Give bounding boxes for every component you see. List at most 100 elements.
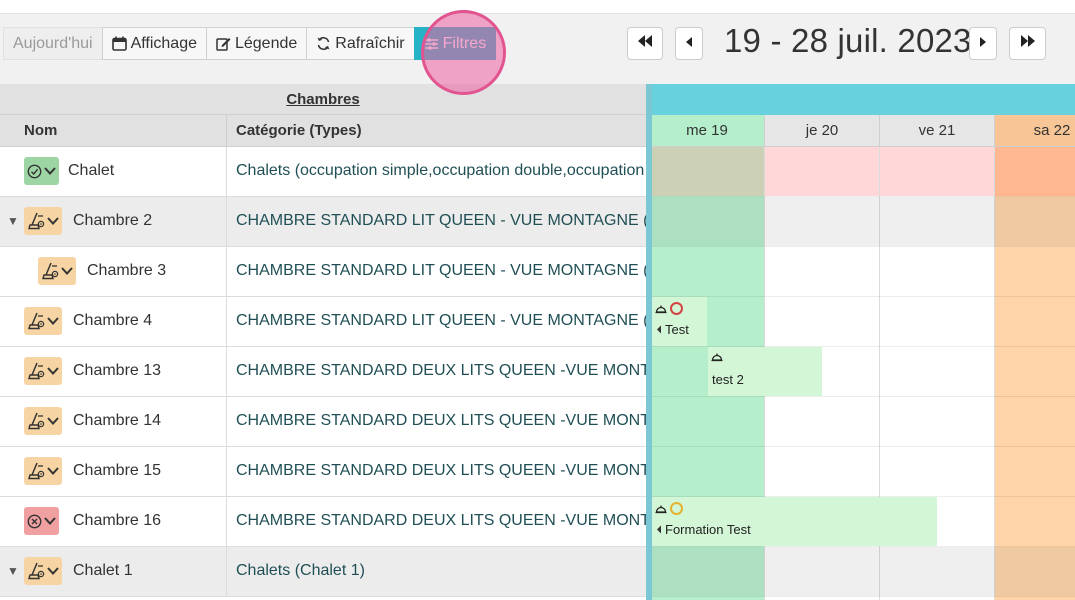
room-category: CHAMBRE STANDARD LIT QUEEN - VUE MONTAGN… — [236, 212, 646, 229]
calendar-icon — [111, 36, 127, 51]
double-chevron-left-icon — [636, 34, 654, 53]
prev-week-button[interactable] — [627, 27, 663, 60]
room-row[interactable]: Chambre 15 CHAMBRE STANDARD DEUX LITS QUE… — [0, 447, 646, 497]
next-week-button[interactable] — [1009, 27, 1046, 60]
room-row[interactable]: ▼ Chambre 2 CHAMBRE STANDARD LIT QUEEN - … — [0, 197, 646, 247]
x-circle-icon — [27, 514, 42, 529]
prev-day-button[interactable] — [675, 27, 703, 60]
today-button-label: Aujourd'hui — [13, 34, 93, 52]
day-header[interactable]: sa 22 — [995, 115, 1075, 147]
housekeeping-icon — [27, 562, 45, 580]
row-line — [652, 396, 1075, 397]
caret-left-icon — [657, 525, 661, 534]
column-header-name[interactable]: Nom — [24, 122, 57, 139]
chevron-down-icon — [47, 567, 59, 575]
status-dropdown[interactable] — [24, 457, 62, 485]
room-row[interactable]: Chambre 13 CHAMBRE STANDARD DEUX LITS QUE… — [0, 347, 646, 397]
chevron-down-icon — [47, 467, 59, 475]
booking-label: Formation Test — [665, 522, 751, 537]
row-line — [652, 296, 1075, 297]
filter-icon — [424, 36, 439, 51]
room-row[interactable]: Chambre 16 CHAMBRE STANDARD DEUX LITS QUE… — [0, 497, 646, 547]
refresh-button[interactable]: Rafraîchir — [306, 27, 415, 60]
booking-block[interactable]: Test — [652, 297, 707, 346]
bell-icon — [655, 304, 667, 314]
room-name[interactable]: Chambre 13 — [73, 362, 161, 380]
status-dropdown[interactable] — [24, 307, 62, 335]
column-header-category[interactable]: Catégorie (Types) — [236, 122, 362, 139]
expand-triangle-icon[interactable]: ▼ — [7, 564, 19, 578]
booking-label-wrap: test 2 — [712, 372, 744, 387]
room-name[interactable]: Chambre 2 — [73, 212, 152, 230]
expand-triangle-icon[interactable]: ▼ — [7, 214, 19, 228]
calendar-top-band — [652, 84, 1075, 115]
legend-button[interactable]: Légende — [205, 27, 308, 60]
availability-cell[interactable] — [880, 147, 994, 196]
room-name[interactable]: Chambre 16 — [73, 512, 161, 530]
column-separator — [226, 247, 227, 296]
availability-cell[interactable] — [652, 147, 764, 196]
booking-label: test 2 — [712, 372, 744, 387]
booking-block[interactable]: Formation Test — [652, 497, 937, 546]
chevron-right-icon — [978, 35, 988, 53]
refresh-icon — [316, 36, 331, 51]
status-dropdown[interactable] — [24, 557, 62, 585]
room-row[interactable]: Chambre 3 CHAMBRE STANDARD LIT QUEEN - VU… — [0, 247, 646, 297]
room-row[interactable]: ▼ Chalet 1 Chalets (Chalet 1) — [0, 547, 646, 597]
housekeeping-icon — [27, 462, 45, 480]
room-name[interactable]: Chambre 3 — [87, 262, 166, 280]
availability-cell[interactable] — [765, 147, 879, 196]
row-line — [652, 596, 1075, 597]
chevron-down-icon — [61, 267, 73, 275]
caret-left-icon — [657, 325, 661, 334]
column-separator — [226, 547, 227, 596]
room-category: CHAMBRE STANDARD LIT QUEEN - VUE MONTAGN… — [236, 262, 646, 279]
toolbar: Aujourd'hui Affichage Légende Rafraîchir… — [0, 14, 1075, 84]
column-separator[interactable] — [226, 115, 227, 147]
calendar-area: me 19 je 20 ve 21 sa 22 Test test 2 Formati… — [652, 84, 1075, 600]
column-separator — [226, 497, 227, 546]
housekeeping-icon — [27, 212, 45, 230]
day-header[interactable]: ve 21 — [880, 115, 995, 147]
group-row-band — [652, 547, 1075, 596]
room-category: CHAMBRE STANDARD LIT QUEEN - VUE MONTAGN… — [236, 312, 646, 329]
housekeeping-icon — [41, 262, 59, 280]
status-dropdown[interactable] — [24, 357, 62, 385]
status-dropdown[interactable] — [24, 507, 59, 535]
status-dropdown[interactable] — [24, 157, 59, 185]
room-category: CHAMBRE STANDARD DEUX LITS QUEEN -VUE MO… — [236, 362, 646, 379]
room-name[interactable]: Chalet 1 — [73, 562, 133, 580]
room-name[interactable]: Chambre 15 — [73, 462, 161, 480]
room-category: CHAMBRE STANDARD DEUX LITS QUEEN -VUE MO… — [236, 412, 646, 429]
booking-block[interactable]: test 2 — [708, 347, 822, 396]
double-chevron-right-icon — [1019, 34, 1037, 53]
housekeeping-icon — [27, 362, 45, 380]
day-header[interactable]: je 20 — [765, 115, 880, 147]
room-name[interactable]: Chalet — [68, 162, 114, 180]
room-row[interactable]: Chambre 4 CHAMBRE STANDARD LIT QUEEN - VU… — [0, 297, 646, 347]
booking-icons — [711, 352, 723, 362]
booking-label-wrap: Formation Test — [656, 522, 751, 537]
column-headers: Nom Catégorie (Types) — [0, 115, 646, 147]
chevron-down-icon — [47, 317, 59, 325]
status-dropdown[interactable] — [38, 257, 76, 285]
status-ring-icon — [670, 502, 683, 515]
group-row-band — [652, 197, 1075, 246]
availability-cell[interactable] — [995, 147, 1075, 196]
chevron-down-icon — [44, 167, 56, 175]
room-row[interactable]: Chambre 14 CHAMBRE STANDARD DEUX LITS QUE… — [0, 397, 646, 447]
room-name[interactable]: Chambre 4 — [73, 312, 152, 330]
housekeeping-icon — [27, 312, 45, 330]
next-day-button[interactable] — [969, 27, 997, 60]
status-dropdown[interactable] — [24, 407, 62, 435]
status-dropdown[interactable] — [24, 207, 62, 235]
room-category: Chalets (Chalet 1) — [236, 562, 365, 579]
filters-button[interactable]: Filtres — [413, 27, 497, 60]
room-row[interactable]: Chalet Chalets (occupation simple,occupat… — [0, 147, 646, 197]
display-button[interactable]: Affichage — [101, 27, 207, 60]
bell-icon — [655, 504, 667, 514]
chevron-down-icon — [47, 417, 59, 425]
day-header[interactable]: me 19 — [652, 115, 765, 147]
room-name[interactable]: Chambre 14 — [73, 412, 161, 430]
today-button[interactable]: Aujourd'hui — [3, 27, 103, 60]
